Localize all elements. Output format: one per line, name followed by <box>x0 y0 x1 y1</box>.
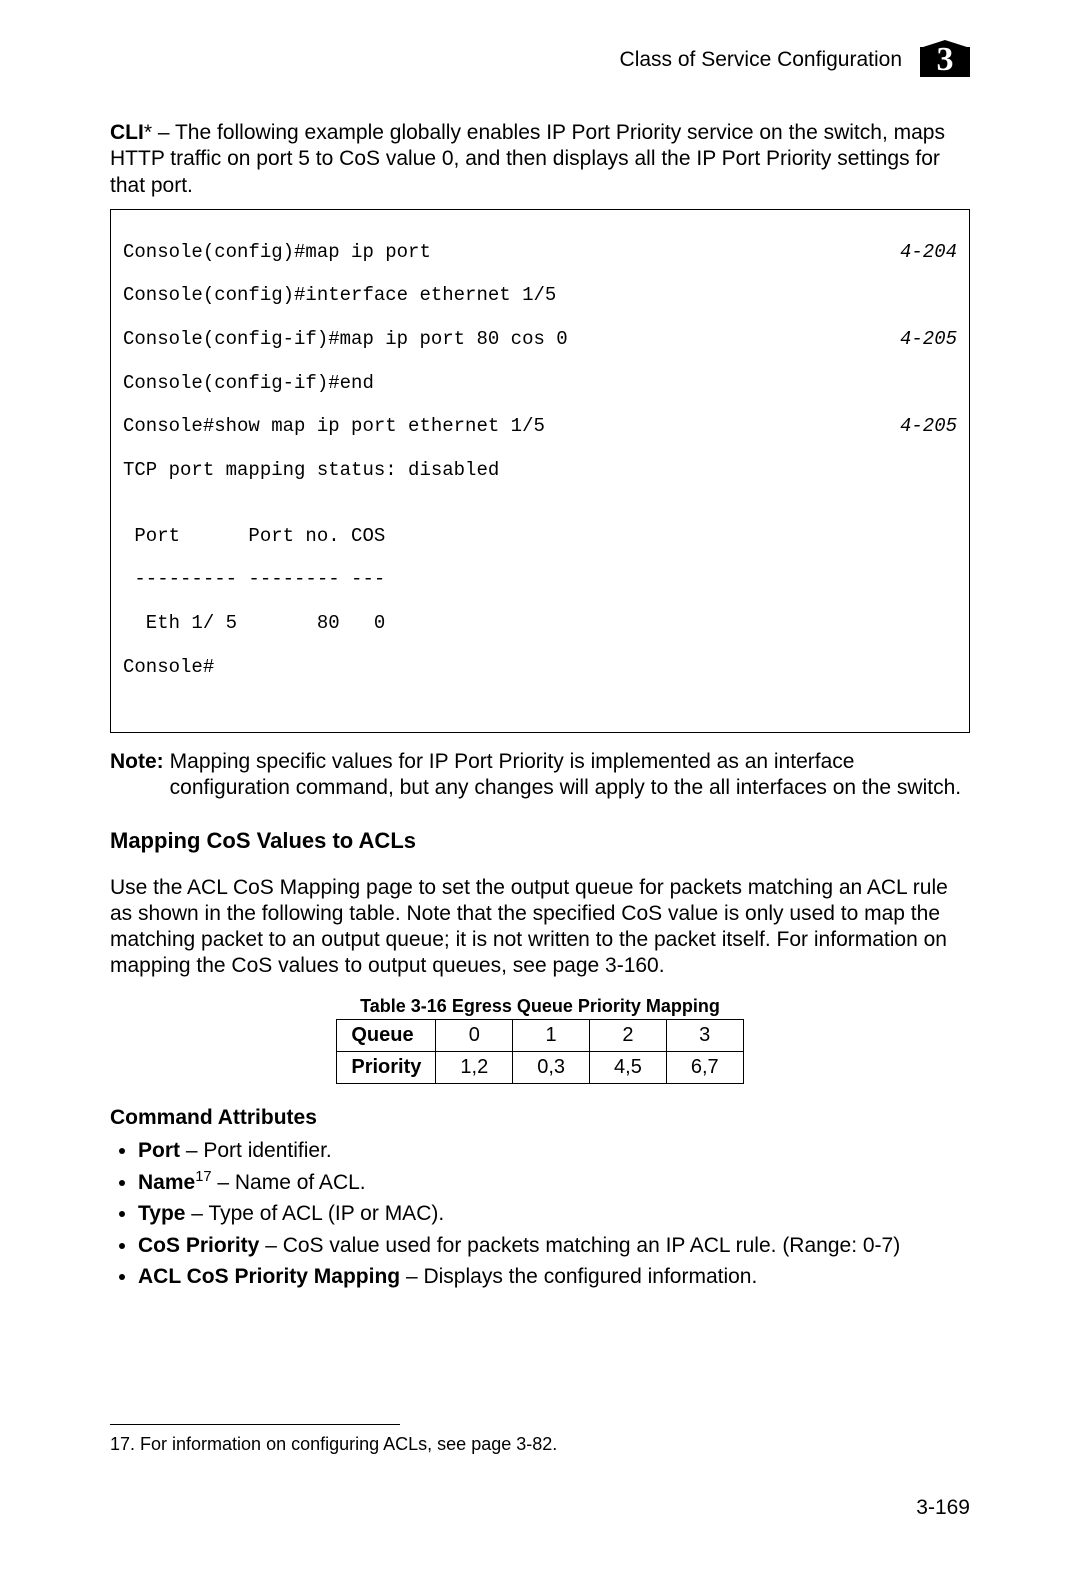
egress-queue-table: Queue 0 1 2 3 Priority 1,2 0,3 4,5 6,7 <box>336 1019 743 1084</box>
table-caption: Table 3-16 Egress Queue Priority Mapping <box>110 996 970 1017</box>
attr-name: Name <box>138 1171 195 1194</box>
code-ref: 4-205 <box>900 329 957 351</box>
cell: 0,3 <box>513 1051 590 1083</box>
attr-desc: – Type of ACL (IP or MAC). <box>185 1202 444 1225</box>
cli-intro-text: – The following example globally enables… <box>110 121 945 197</box>
page-header: Class of Service Configuration 3 <box>110 40 970 80</box>
cell: 0 <box>436 1019 513 1051</box>
attr-name: ACL CoS Priority Mapping <box>138 1265 400 1288</box>
footnote-ref: 17 <box>195 1169 211 1185</box>
list-item: CoS Priority – CoS value used for packet… <box>138 1231 970 1260</box>
attr-desc: – Port identifier. <box>180 1139 332 1162</box>
code-line: --------- -------- --- <box>123 569 385 591</box>
code-ref: 4-204 <box>900 242 957 264</box>
page: Class of Service Configuration 3 CLI* – … <box>0 0 1080 1570</box>
attr-desc: – CoS value used for packets matching an… <box>259 1234 900 1257</box>
attr-name: Port <box>138 1139 180 1162</box>
attr-desc: – Displays the configured information. <box>400 1265 757 1288</box>
code-line: Eth 1/ 5 80 0 <box>123 613 385 635</box>
chapter-badge: 3 <box>920 40 970 80</box>
attr-name: CoS Priority <box>138 1234 259 1257</box>
row-label: Priority <box>337 1051 436 1083</box>
section-heading: Mapping CoS Values to ACLs <box>110 828 970 854</box>
command-attributes-list: Port – Port identifier. Name17 – Name of… <box>110 1136 970 1292</box>
cell: 1,2 <box>436 1051 513 1083</box>
attr-desc: – Name of ACL. <box>212 1171 366 1194</box>
page-number: 3-169 <box>916 1496 970 1520</box>
cell: 4,5 <box>590 1051 667 1083</box>
list-item: Name17 – Name of ACL. <box>138 1167 970 1197</box>
code-line: Port Port no. COS <box>123 526 385 548</box>
code-line: Console(config-if)#end <box>123 373 374 395</box>
code-line: TCP port mapping status: disabled <box>123 460 499 482</box>
table-row: Queue 0 1 2 3 <box>337 1019 743 1051</box>
cli-code-block: Console(config)#map ip port 4-204 Console… <box>110 209 970 733</box>
code-ref: 4-205 <box>900 416 957 438</box>
section-paragraph: Use the ACL CoS Mapping page to set the … <box>110 875 970 980</box>
code-line: Console(config-if)#map ip port 80 cos 0 <box>123 329 568 351</box>
cell: 1 <box>513 1019 590 1051</box>
list-item: ACL CoS Priority Mapping – Displays the … <box>138 1262 970 1291</box>
table-row: Priority 1,2 0,3 4,5 6,7 <box>337 1051 743 1083</box>
note-text: Mapping specific values for IP Port Prio… <box>170 749 970 802</box>
cell: 2 <box>590 1019 667 1051</box>
cell: 6,7 <box>666 1051 743 1083</box>
list-item: Port – Port identifier. <box>138 1136 970 1165</box>
row-label: Queue <box>337 1019 436 1051</box>
cell: 3 <box>666 1019 743 1051</box>
note-block: Note: Mapping specific values for IP Por… <box>110 749 970 802</box>
cli-asterisk: * <box>144 121 152 144</box>
header-title: Class of Service Configuration <box>620 48 902 72</box>
attr-name: Type <box>138 1202 185 1225</box>
code-line: Console(config)#interface ethernet 1/5 <box>123 285 556 307</box>
cli-label: CLI <box>110 121 144 144</box>
footnote: 17. For information on configuring ACLs,… <box>110 1434 557 1455</box>
code-line: Console#show map ip port ethernet 1/5 <box>123 416 545 438</box>
note-label: Note: <box>110 749 164 802</box>
command-attributes-heading: Command Attributes <box>110 1106 970 1130</box>
footnote-rule <box>110 1424 400 1425</box>
chapter-number: 3 <box>920 40 970 80</box>
list-item: Type – Type of ACL (IP or MAC). <box>138 1199 970 1228</box>
code-line: Console(config)#map ip port <box>123 242 431 264</box>
cli-intro-paragraph: CLI* – The following example globally en… <box>110 120 970 199</box>
code-line: Console# <box>123 657 214 679</box>
